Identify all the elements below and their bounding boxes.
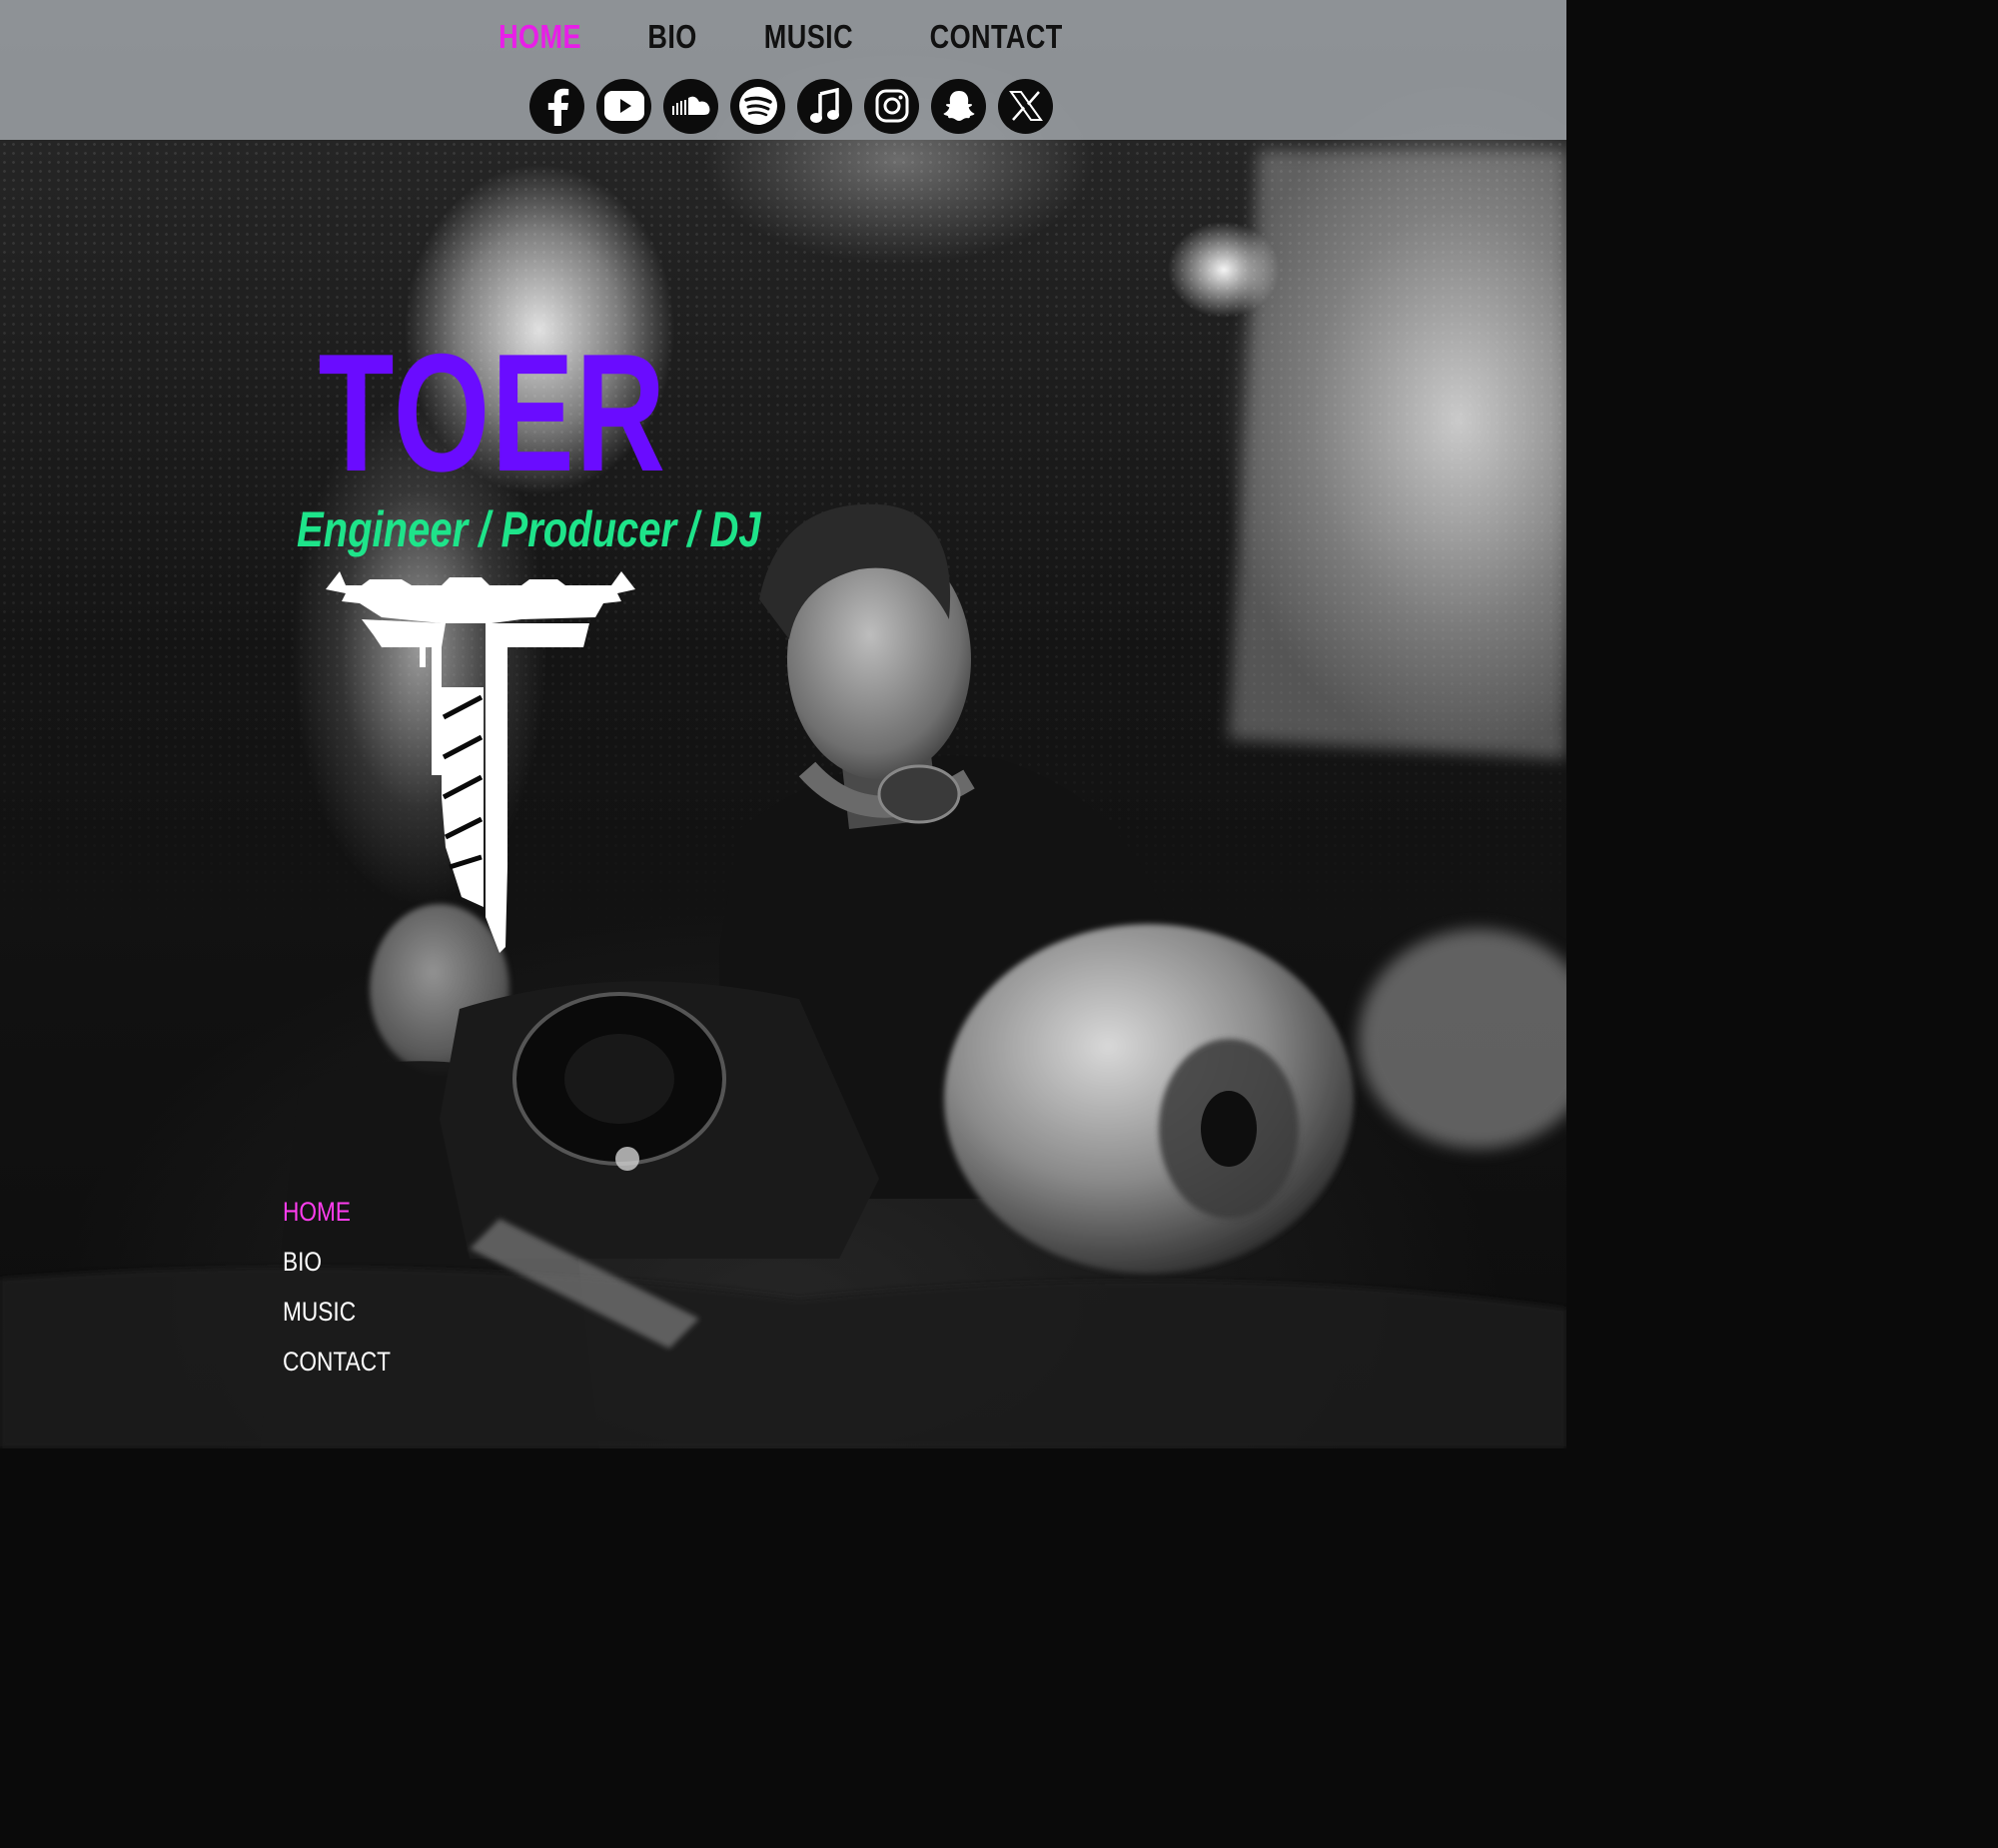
social-links-bar [0, 78, 1566, 134]
top-nav-music[interactable]: MUSIC [764, 18, 853, 56]
footer-nav-contact[interactable]: CONTACT [283, 1339, 391, 1388]
page: HOME BIO MUSIC CONTACT TOER Engineer / P… [0, 0, 1566, 1448]
top-nav-contact[interactable]: CONTACT [929, 18, 1062, 56]
dj-photo [0, 150, 1566, 1448]
artist-name-title: TOER [318, 319, 667, 506]
footer-navigation: HOME BIO MUSIC CONTACT [283, 1189, 412, 1388]
footer-nav-bio[interactable]: BIO [283, 1239, 391, 1289]
top-nav-bio[interactable]: BIO [647, 18, 696, 56]
spotify-icon[interactable] [730, 78, 785, 134]
site-header: HOME BIO MUSIC CONTACT [0, 0, 1566, 140]
youtube-icon[interactable] [596, 78, 651, 134]
snapchat-icon[interactable] [931, 78, 986, 134]
apple-music-icon[interactable] [797, 78, 852, 134]
instagram-icon[interactable] [864, 78, 919, 134]
facebook-icon[interactable] [529, 78, 584, 134]
footer-nav-home[interactable]: HOME [283, 1189, 391, 1239]
top-navigation: HOME BIO MUSIC CONTACT [0, 14, 1566, 60]
artist-roles-subtitle: Engineer / Producer / DJ [297, 501, 761, 557]
toer-logo [326, 571, 635, 953]
x-icon[interactable] [998, 78, 1053, 134]
soundcloud-icon[interactable] [663, 78, 718, 134]
footer-nav-music[interactable]: MUSIC [283, 1289, 391, 1339]
top-nav-home[interactable]: HOME [499, 18, 581, 56]
